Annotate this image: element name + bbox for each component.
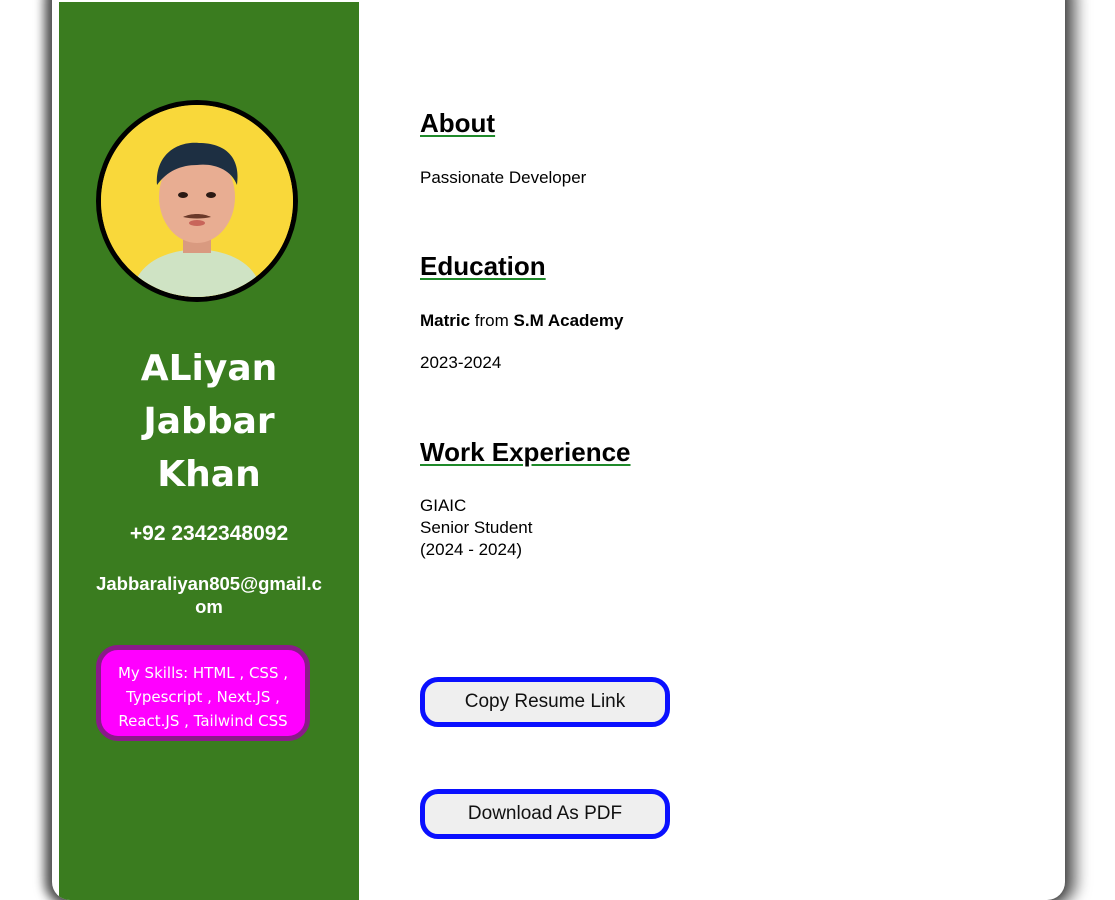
copy-resume-link-button[interactable]: Copy Resume Link bbox=[420, 677, 670, 727]
name-first: ALiyan bbox=[140, 348, 278, 389]
profile-sidebar: ALiyan Jabbar Khan +92 2342348092 Jabbar… bbox=[59, 2, 359, 900]
download-pdf-button[interactable]: Download As PDF bbox=[420, 789, 670, 839]
name-middle: Jabbar bbox=[143, 401, 275, 442]
education-heading: Education bbox=[420, 251, 546, 281]
experience-company: GIAIC bbox=[420, 496, 467, 515]
education-institution: S.M Academy bbox=[513, 311, 624, 330]
about-text: Passionate Developer bbox=[420, 168, 587, 187]
education-degree: Matric bbox=[420, 311, 471, 330]
experience-role: Senior Student bbox=[420, 518, 533, 537]
experience-period: (2024 - 2024) bbox=[420, 540, 523, 559]
profile-email: Jabbaraliyan805@gmail.com bbox=[96, 573, 322, 617]
education-years: 2023-2024 bbox=[420, 353, 502, 372]
resume-card: ALiyan Jabbar Khan +92 2342348092 Jabbar… bbox=[52, 0, 1065, 900]
skills-badge: My Skills: HTML , CSS , Typescript , Nex… bbox=[96, 645, 310, 741]
profile-phone: +92 2342348092 bbox=[129, 522, 289, 545]
education-connector: from bbox=[470, 311, 514, 330]
education-degree-line: Matric from S.M Academy bbox=[420, 311, 623, 331]
profile-avatar bbox=[96, 100, 298, 302]
about-heading: About bbox=[420, 108, 496, 138]
profile-name: ALiyan Jabbar Khan bbox=[59, 342, 359, 501]
profile-photo bbox=[101, 105, 293, 297]
name-last: Khan bbox=[157, 454, 261, 495]
experience-heading: Work Experience bbox=[420, 437, 631, 467]
